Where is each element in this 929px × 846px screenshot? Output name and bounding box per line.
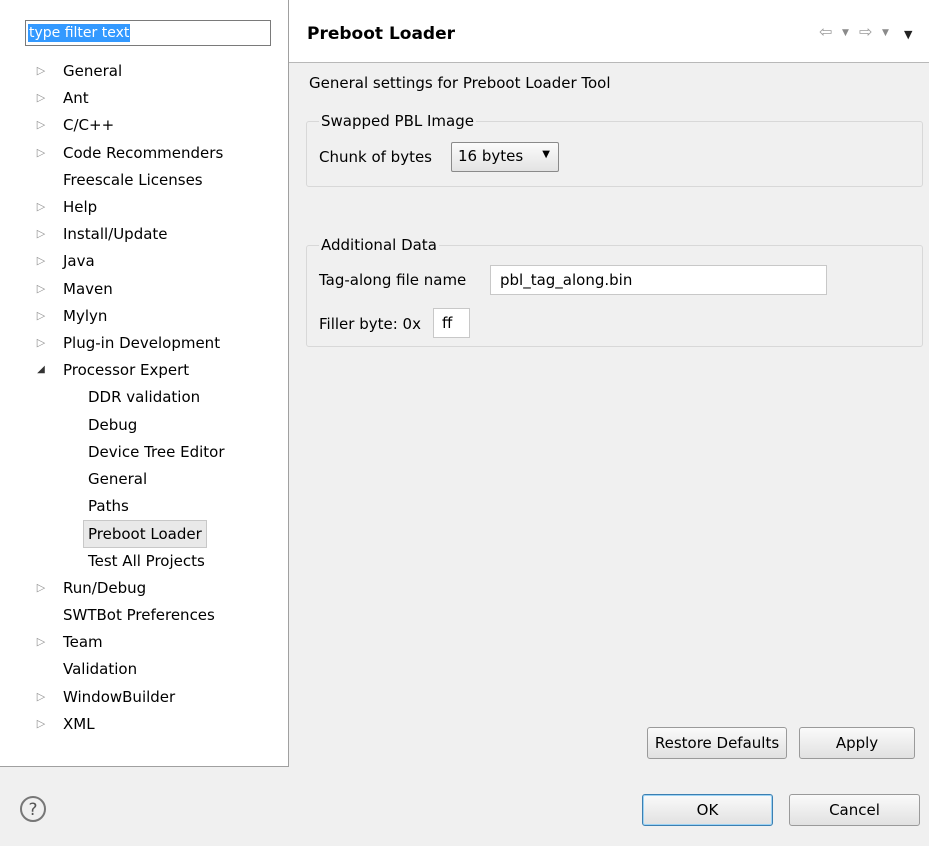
filler-byte-label: Filler byte: 0x bbox=[319, 315, 421, 333]
tree-item-label: Install/Update bbox=[63, 225, 168, 244]
filter-input[interactable]: type filter text bbox=[25, 20, 271, 46]
cancel-button[interactable]: Cancel bbox=[789, 794, 920, 826]
tree-item-label: Run/Debug bbox=[63, 578, 147, 597]
tree-item-label: XML bbox=[63, 714, 95, 733]
tree-item-label: Java bbox=[63, 252, 95, 271]
back-dropdown-icon[interactable]: ▼ bbox=[842, 28, 849, 48]
tree-item-label: Preboot Loader bbox=[83, 520, 207, 549]
tree-item-label: General bbox=[88, 470, 148, 488]
help-icon[interactable]: ? bbox=[20, 796, 46, 822]
page-title: Preboot Loader bbox=[307, 24, 456, 44]
view-menu-icon[interactable]: ▼ bbox=[904, 28, 912, 48]
collapsed-arrow-icon[interactable]: ▷ bbox=[34, 629, 48, 655]
forward-arrow-icon[interactable]: ⇨ bbox=[859, 22, 872, 42]
collapsed-arrow-icon[interactable]: ▷ bbox=[34, 330, 48, 356]
preference-tree-pane: type filter text ▷ General ▷ Ant ▷ C/C++ ▷ Code… bbox=[0, 0, 289, 767]
collapsed-arrow-icon[interactable]: ▷ bbox=[34, 85, 48, 111]
tree-item-label: Plug-in Development bbox=[63, 334, 221, 352]
collapsed-arrow-icon[interactable]: ▷ bbox=[34, 194, 48, 220]
tree-item-label: Maven bbox=[63, 279, 113, 298]
collapsed-arrow-icon[interactable]: ▷ bbox=[34, 711, 48, 737]
tree-item-label: Freescale Licenses bbox=[63, 170, 203, 189]
tree-item-label: Debug bbox=[88, 415, 138, 434]
chevron-down-icon: ▼ bbox=[542, 149, 550, 160]
tree-item-label: Code Recommenders bbox=[63, 143, 224, 162]
tree-item-label: Help bbox=[63, 198, 98, 216]
ok-button[interactable]: OK bbox=[642, 794, 773, 826]
tree-item-label: Mylyn bbox=[63, 306, 108, 325]
tree-item-label: Ant bbox=[63, 89, 89, 108]
tree-item-label: Test All Projects bbox=[88, 551, 205, 570]
swapped-pbl-image-group: Swapped PBL Image Chunk of bytes 16 byte… bbox=[306, 112, 923, 187]
tree-item-label: General bbox=[63, 62, 123, 80]
collapsed-arrow-icon[interactable]: ▷ bbox=[34, 58, 48, 84]
collapsed-arrow-icon[interactable]: ▷ bbox=[34, 575, 48, 601]
preference-page: Preboot Loader ⇦ ▼ ⇨ ▼ ▼ General setting… bbox=[289, 0, 929, 766]
tag-along-label: Tag-along file name bbox=[319, 271, 467, 289]
chunk-of-bytes-label: Chunk of bytes bbox=[319, 148, 432, 166]
filler-value: ff bbox=[442, 314, 453, 332]
collapsed-arrow-icon[interactable]: ▷ bbox=[34, 112, 48, 138]
tree-item-label: Team bbox=[63, 633, 103, 652]
group-legend: Additional Data bbox=[319, 236, 439, 254]
tree-item-label: Device Tree Editor bbox=[88, 442, 225, 461]
tree-item-label: SWTBot Preferences bbox=[63, 606, 215, 624]
forward-dropdown-icon[interactable]: ▼ bbox=[882, 28, 889, 48]
tree-item-label: DDR validation bbox=[88, 388, 201, 407]
collapsed-arrow-icon[interactable]: ▷ bbox=[34, 221, 48, 247]
back-arrow-icon[interactable]: ⇦ bbox=[819, 22, 832, 42]
tree-item-label: C/C++ bbox=[63, 116, 115, 135]
filler-byte-input[interactable]: ff bbox=[433, 308, 470, 338]
expanded-arrow-icon[interactable]: ◢ bbox=[34, 357, 48, 383]
page-description: General settings for Preboot Loader Tool bbox=[309, 74, 611, 92]
chunk-of-bytes-select[interactable]: 16 bytes ▼ bbox=[451, 142, 559, 172]
chunk-value: 16 bytes bbox=[458, 147, 524, 165]
tag-along-file-input[interactable]: pbl_tag_along.bin bbox=[490, 265, 827, 295]
tree-item-label: WindowBuilder bbox=[63, 687, 176, 706]
filter-text: type filter text bbox=[28, 24, 131, 42]
preferences-dialog: type filter text ▷ General ▷ Ant ▷ C/C++ ▷ Code… bbox=[0, 0, 929, 846]
collapsed-arrow-icon[interactable]: ▷ bbox=[34, 248, 48, 274]
page-header: Preboot Loader ⇦ ▼ ⇨ ▼ ▼ bbox=[289, 0, 929, 63]
tree-item-label: Processor Expert bbox=[63, 361, 190, 380]
collapsed-arrow-icon[interactable]: ▷ bbox=[34, 276, 48, 302]
group-legend: Swapped PBL Image bbox=[319, 112, 476, 130]
tag-along-value: pbl_tag_along.bin bbox=[500, 271, 633, 289]
additional-data-group: Additional Data Tag-along file name pbl_… bbox=[306, 236, 923, 347]
apply-button[interactable]: Apply bbox=[799, 727, 915, 759]
tree-item-label: Paths bbox=[88, 497, 129, 516]
collapsed-arrow-icon[interactable]: ▷ bbox=[34, 303, 48, 329]
collapsed-arrow-icon[interactable]: ▷ bbox=[34, 140, 48, 166]
collapsed-arrow-icon[interactable]: ▷ bbox=[34, 684, 48, 710]
restore-defaults-button[interactable]: Restore Defaults bbox=[647, 727, 787, 759]
tree-item-label: Validation bbox=[63, 660, 138, 679]
